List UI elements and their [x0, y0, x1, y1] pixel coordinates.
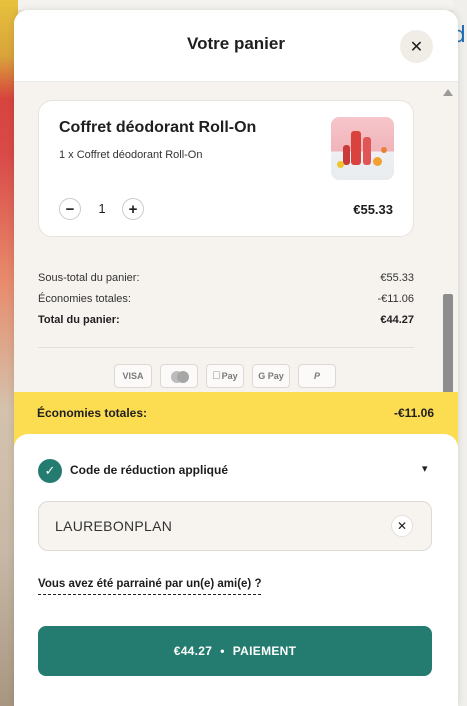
cart-drawer: Votre panier ✕ Coffret déodorant Roll-On… — [14, 10, 458, 706]
google-pay-icon: G Pay — [252, 364, 290, 388]
quantity-value: 1 — [98, 201, 106, 216]
subtotal-row: Sous-total du panier: €55.33 — [38, 270, 414, 291]
checkout-separator: • — [220, 644, 225, 658]
totals-divider — [38, 347, 414, 348]
savings-banner-label: Économies totales: — [37, 406, 148, 420]
cart-item-card: Coffret déodorant Roll-On 1 x Coffret dé… — [38, 100, 414, 237]
checkout-amount: €44.27 — [173, 644, 213, 658]
total-row: Total du panier: €44.27 — [38, 312, 414, 333]
referral-link[interactable]: Vous avez été parrainé par un(e) ami(e) … — [38, 578, 262, 595]
subtotal-value: €55.33 — [380, 272, 414, 284]
paypal-icon: P — [298, 364, 336, 388]
subtotal-label: Sous-total du panier: — [38, 272, 140, 284]
total-value: €44.27 — [380, 314, 414, 326]
plus-icon: + — [128, 200, 138, 218]
close-icon: ✕ — [396, 519, 408, 533]
minus-icon: − — [65, 200, 75, 218]
promo-code-value: LAUREBONPLAN — [55, 518, 173, 534]
product-price: €55.33 — [353, 202, 393, 217]
checkout-button[interactable]: €44.27 • PAIEMENT — [38, 626, 432, 676]
total-label: Total du panier: — [38, 314, 120, 326]
promo-code-field[interactable]: LAUREBONPLAN ✕ — [38, 501, 432, 551]
savings-label: Économies totales: — [38, 293, 131, 305]
cart-title: Votre panier — [187, 34, 285, 53]
product-line-detail: 1 x Coffret déodorant Roll-On — [59, 149, 203, 161]
product-name: Coffret déodorant Roll-On — [59, 119, 257, 136]
close-icon: ✕ — [409, 38, 424, 56]
savings-value: -€11.06 — [377, 293, 415, 305]
mastercard-icon — [160, 364, 198, 388]
product-image[interactable] — [331, 117, 394, 180]
apple-pay-icon: Pay — [206, 364, 244, 388]
background-page-top — [18, 0, 453, 10]
checkout-label: PAIEMENT — [232, 644, 297, 658]
quantity-decrease-button[interactable]: − — [59, 198, 81, 220]
close-button[interactable]: ✕ — [400, 30, 433, 63]
promo-applied-title[interactable]: Code de réduction appliqué — [70, 463, 228, 477]
remove-promo-button[interactable]: ✕ — [391, 515, 413, 537]
scroll-up-arrow-icon[interactable] — [443, 89, 453, 96]
visa-icon: VISA — [114, 364, 152, 388]
scrollbar[interactable] — [442, 86, 454, 396]
savings-row: Économies totales: -€11.06 — [38, 291, 414, 312]
savings-banner-value: -€11.06 — [393, 406, 434, 420]
checkout-panel: ✓ Code de réduction appliqué ▾ LAUREBONP… — [14, 434, 458, 706]
cart-header: Votre panier ✕ — [14, 10, 458, 82]
chevron-down-icon[interactable]: ▾ — [422, 462, 428, 475]
scrollbar-thumb[interactable] — [443, 294, 453, 394]
cart-scroll-area[interactable]: Coffret déodorant Roll-On 1 x Coffret dé… — [14, 82, 458, 402]
quantity-increase-button[interactable]: + — [122, 198, 144, 220]
check-icon: ✓ — [38, 459, 62, 483]
cart-totals: Sous-total du panier: €55.33 Économies t… — [38, 270, 414, 333]
payment-methods: VISA Pay G Pay P — [114, 364, 336, 388]
